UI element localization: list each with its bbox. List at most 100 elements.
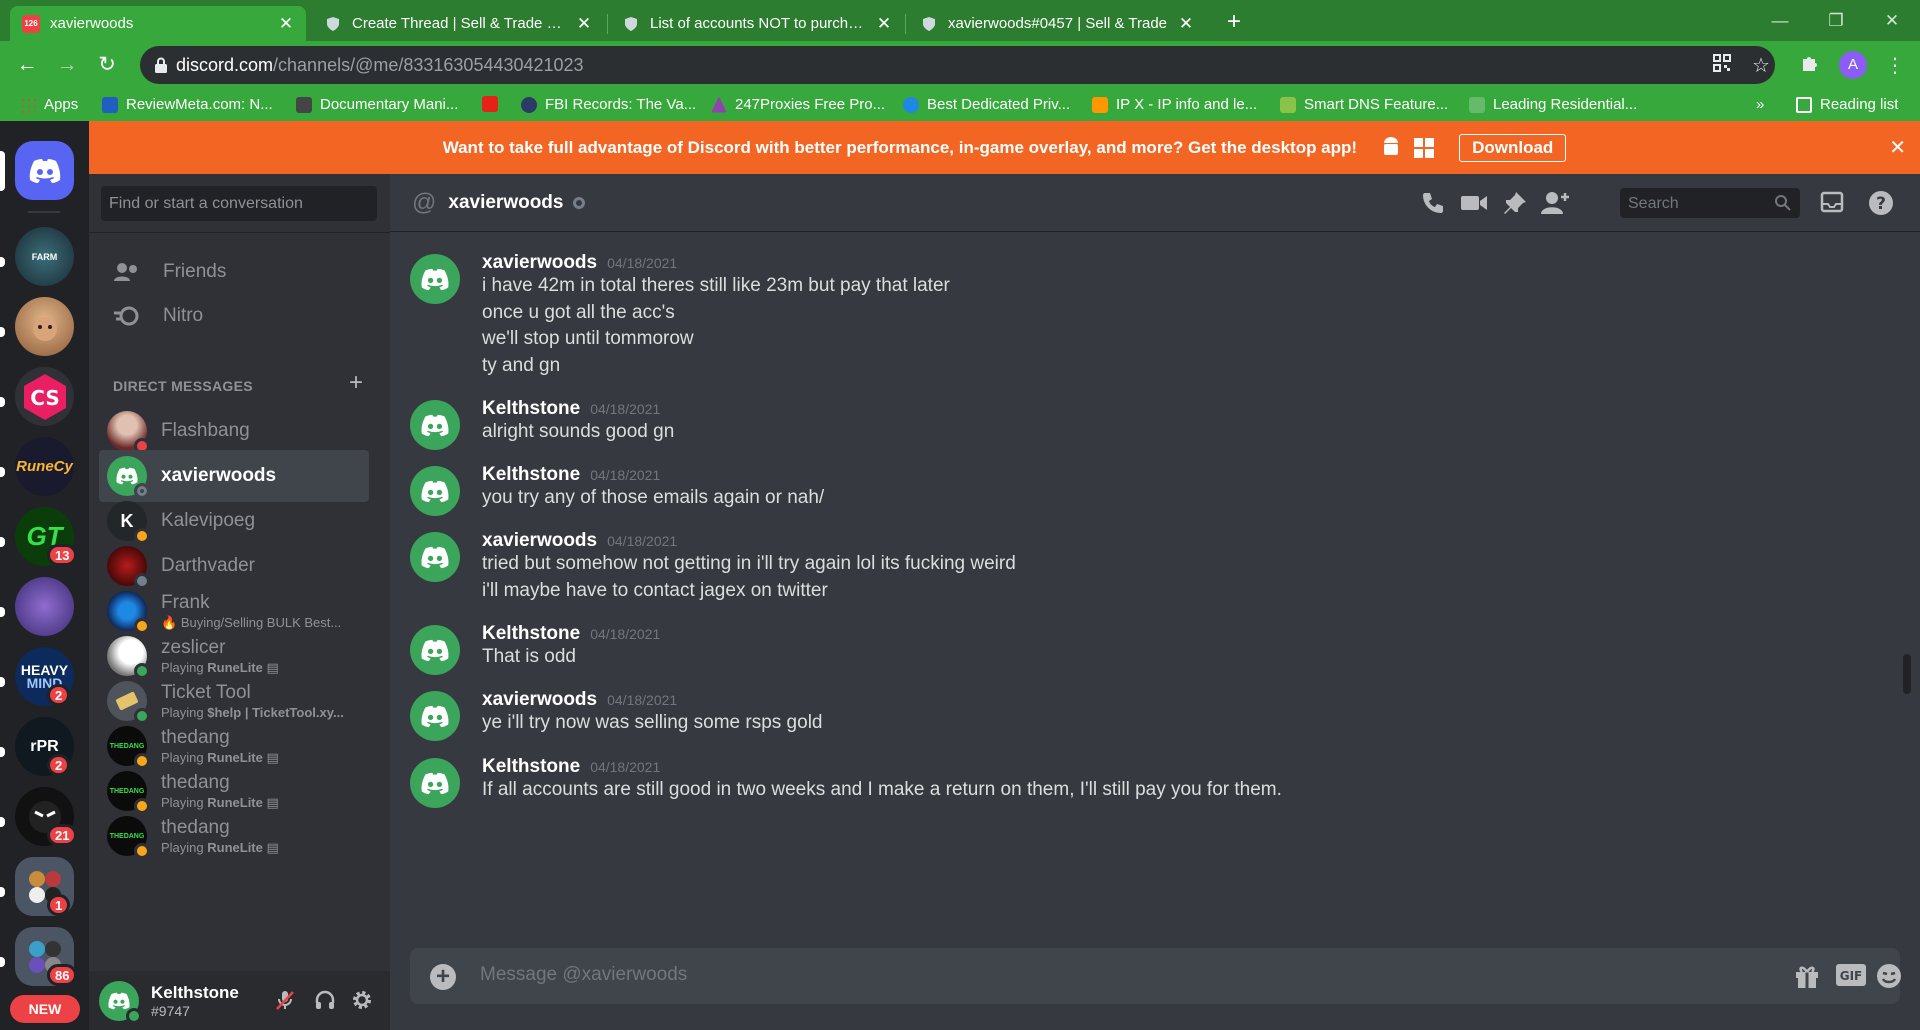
server-runecy[interactable]: RuneCy xyxy=(15,437,74,496)
tab-xavierwoods-sell-trade[interactable]: xavierwoods#0457 | Sell & Trade ✕ xyxy=(908,6,1206,41)
bookmarks-overflow-icon[interactable]: » xyxy=(1756,96,1764,113)
pinned-messages-icon[interactable] xyxy=(1502,190,1528,216)
headphones-icon[interactable] xyxy=(314,989,336,1011)
server-farm-accounts[interactable]: FARM xyxy=(15,227,74,286)
emoji-picker-icon[interactable] xyxy=(1875,962,1903,990)
username: Kelthstone xyxy=(151,982,239,1002)
close-tab-icon[interactable]: ✕ xyxy=(1178,14,1194,34)
new-unreads-badge[interactable]: NEW xyxy=(10,995,80,1023)
gift-icon[interactable] xyxy=(1793,962,1821,990)
message-avatar[interactable] xyxy=(410,625,460,675)
youtube-icon xyxy=(482,96,498,112)
author-name[interactable]: xavierwoods xyxy=(482,252,597,273)
download-button[interactable]: Download xyxy=(1459,133,1567,162)
message-avatar[interactable] xyxy=(410,400,460,450)
close-tab-icon[interactable]: ✕ xyxy=(278,14,294,34)
message-author[interactable]: xavierwoods 04/18/2021 xyxy=(482,252,677,274)
reload-icon[interactable]: ↻ xyxy=(92,51,122,79)
author-name[interactable]: Kelthstone xyxy=(482,398,580,419)
upload-plus-icon[interactable]: + xyxy=(430,964,456,990)
message-avatar[interactable] xyxy=(410,691,460,741)
nitro-nav[interactable]: Nitro xyxy=(99,292,379,340)
address-bar[interactable]: discord.com/channels/@me/833163054430421… xyxy=(140,46,1775,84)
bookmark-fbi-records[interactable]: FBI Records: The Va... xyxy=(521,96,696,113)
friends-nav[interactable]: Friends xyxy=(99,248,379,296)
bookmark-reviewmeta[interactable]: ReviewMeta.com: N... xyxy=(102,96,273,113)
message-composer[interactable]: + Message @xavierwoods GIF xyxy=(410,948,1903,1004)
gif-picker-icon[interactable]: GIF xyxy=(1835,963,1867,987)
server-cs[interactable]: CS xyxy=(15,367,74,426)
minimize-icon[interactable]: — xyxy=(1752,0,1808,41)
message-list: xavierwoods 04/18/2021 i have 42m in total… xyxy=(390,232,1920,932)
avatar xyxy=(107,456,150,499)
user-info[interactable]: Kelthstone #9747 xyxy=(151,983,239,1019)
message-avatar[interactable] xyxy=(410,466,460,516)
shield-favicon-icon xyxy=(324,15,342,33)
bookmark-ipx[interactable]: IP X - IP info and le... xyxy=(1092,96,1257,113)
dm-item-thedang[interactable]: THEDANG thedang Playing RuneLite ▤ xyxy=(99,810,369,862)
message-avatar[interactable] xyxy=(410,254,460,304)
message-author[interactable]: xavierwoods 04/18/2021 xyxy=(482,530,677,552)
url-path: /channels/@me/833163054430421023 xyxy=(273,54,584,75)
bookmark-dedicated[interactable]: Best Dedicated Priv... xyxy=(903,96,1070,113)
bookmark-smartdns[interactable]: Smart DNS Feature... xyxy=(1280,96,1448,113)
message-author[interactable]: Kelthstone 04/18/2021 xyxy=(482,398,660,420)
menu-kebab-icon[interactable]: ⋮ xyxy=(1885,53,1905,78)
message-author[interactable]: Kelthstone 04/18/2021 xyxy=(482,464,660,486)
close-window-icon[interactable]: ✕ xyxy=(1864,0,1920,41)
server-monkey[interactable] xyxy=(15,297,74,356)
profile-avatar[interactable]: A xyxy=(1839,51,1867,79)
message-author[interactable]: Kelthstone 04/18/2021 xyxy=(482,756,660,778)
close-tab-icon[interactable]: ✕ xyxy=(876,14,892,34)
start-video-call-icon[interactable] xyxy=(1460,190,1488,216)
user-avatar[interactable] xyxy=(99,980,142,1024)
new-tab-icon[interactable]: + xyxy=(1220,8,1248,36)
tab-create-thread[interactable]: Create Thread | Sell & Trade Gam ✕ xyxy=(312,6,604,41)
bookmark-label: Apps xyxy=(44,96,79,113)
selected-pill xyxy=(0,151,5,191)
back-icon[interactable]: ← xyxy=(12,51,42,79)
close-tab-icon[interactable]: ✕ xyxy=(576,14,592,34)
author-name[interactable]: Kelthstone xyxy=(482,464,580,485)
discord-home-icon[interactable] xyxy=(15,141,74,200)
settings-gear-icon[interactable] xyxy=(351,989,373,1011)
close-banner-icon[interactable]: ✕ xyxy=(1889,135,1906,160)
start-voice-call-icon[interactable] xyxy=(1420,190,1446,216)
scrollbar-thumb[interactable] xyxy=(1903,654,1911,694)
add-friends-to-dm-icon[interactable] xyxy=(1540,190,1570,216)
bookmark-youtube[interactable] xyxy=(482,96,506,112)
message-input[interactable]: Message @xavierwoods xyxy=(480,964,687,986)
bookmark-star-icon[interactable]: ☆ xyxy=(1752,53,1770,78)
message-timestamp: 04/18/2021 xyxy=(590,626,661,642)
custom-status: Buying/Selling BULK Best... xyxy=(180,614,342,630)
unread-pill xyxy=(0,607,5,617)
message-avatar[interactable] xyxy=(410,532,460,582)
author-name[interactable]: Kelthstone xyxy=(482,756,580,777)
bookmark-documentary[interactable]: Documentary Mani... xyxy=(296,96,458,113)
author-name[interactable]: xavierwoods xyxy=(482,689,597,710)
search-input[interactable]: Search xyxy=(1620,188,1800,218)
tab-xavierwoods[interactable]: 126 xavierwoods ✕ xyxy=(10,6,306,41)
fire-emoji-icon: 🔥 xyxy=(161,614,178,630)
restore-icon[interactable]: ❐ xyxy=(1808,0,1864,41)
reading-list[interactable]: Reading list xyxy=(1796,96,1898,113)
help-icon[interactable]: ? xyxy=(1868,190,1894,216)
author-name[interactable]: Kelthstone xyxy=(482,623,580,644)
find-conversation-button[interactable]: Find or start a conversation xyxy=(101,186,377,221)
author-name[interactable]: xavierwoods xyxy=(482,530,597,551)
bookmark-residential[interactable]: Leading Residential... xyxy=(1469,96,1637,113)
lock-icon[interactable] xyxy=(154,57,168,73)
server-purple-creature[interactable] xyxy=(15,577,74,636)
message-avatar[interactable] xyxy=(410,758,460,808)
message-author[interactable]: Kelthstone 04/18/2021 xyxy=(482,623,660,645)
bookmark-apps[interactable]: Apps xyxy=(20,96,78,113)
message-author[interactable]: xavierwoods 04/18/2021 xyxy=(482,689,677,711)
tab-list-of-accounts[interactable]: List of accounts NOT to purchase ✕ xyxy=(610,6,904,41)
inbox-icon[interactable] xyxy=(1820,190,1844,214)
mute-mic-icon[interactable] xyxy=(274,989,296,1011)
create-dm-plus-icon[interactable]: + xyxy=(349,369,363,397)
extensions-puzzle-icon[interactable] xyxy=(1800,53,1820,73)
forward-icon[interactable]: → xyxy=(52,51,82,79)
qr-code-icon[interactable] xyxy=(1712,53,1732,73)
bookmark-247proxies[interactable]: 247Proxies Free Pro... xyxy=(711,96,885,113)
